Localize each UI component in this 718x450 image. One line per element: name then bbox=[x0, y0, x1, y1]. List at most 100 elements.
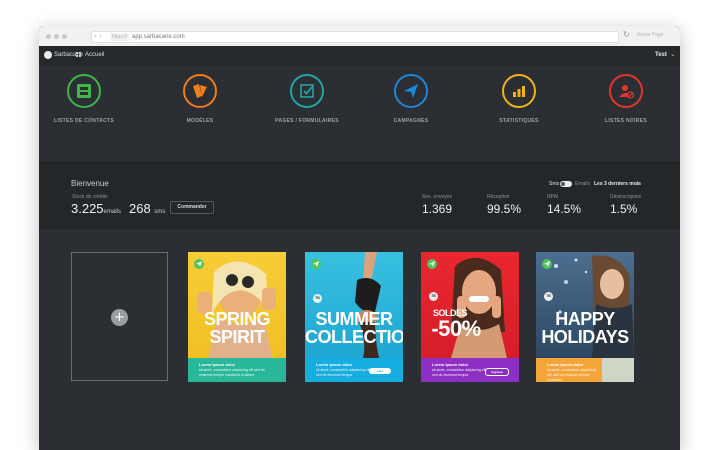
template-card-spring[interactable]: SPRING SPIRIT Lorem Ipsum dolor sit amet,… bbox=[188, 252, 286, 382]
sms-credits: 268 sms bbox=[129, 201, 165, 216]
map-thumbnail bbox=[602, 358, 634, 382]
module-label: LISTES NOIRES bbox=[605, 118, 647, 124]
paper-plane-icon bbox=[311, 259, 321, 269]
template-card-summer[interactable]: TB SUMMERCOLLECTION Lorem Ipsum dolor si… bbox=[305, 252, 403, 382]
footer-title: Lorem Ipsum dolor bbox=[199, 362, 236, 367]
footer-cta-button[interactable]: Ingresar bbox=[485, 368, 509, 376]
stat-value: 99.5% bbox=[487, 202, 522, 216]
template-card-soldes[interactable]: TB SOLDES -50% Lorem Ipsum dolor sit ame… bbox=[421, 252, 519, 382]
template-headline: HAPPY HOLIDAYS bbox=[536, 310, 634, 346]
stat-label: Réception bbox=[487, 194, 510, 200]
app-topbar: Sarbacane Accueil Test ⌄ bbox=[39, 46, 680, 65]
home-link[interactable]: Accueil bbox=[85, 51, 104, 60]
sms-credits-value: 268 bbox=[129, 201, 151, 216]
module-blacklists[interactable]: LISTES NOIRES bbox=[586, 74, 666, 124]
template-headline-bottom: -50% bbox=[431, 316, 481, 341]
module-pages-forms[interactable]: PAGES / FORMULAIRES bbox=[267, 74, 347, 124]
templates-icon bbox=[183, 74, 217, 108]
footer-title: Lorem Ipsum dolor bbox=[432, 362, 469, 367]
module-label: MODÈLES bbox=[186, 118, 214, 124]
module-campaigns[interactable]: CAMPAGNES bbox=[371, 74, 451, 124]
user-menu[interactable]: Test bbox=[655, 51, 667, 60]
email-credits-value: 3.225 bbox=[71, 201, 104, 216]
browser-window: ‹ › https:// app.sarbacane.com ↻ Home Pa… bbox=[39, 26, 680, 450]
window-zoom-dot[interactable] bbox=[62, 34, 67, 39]
headline-line-2: SPIRIT bbox=[209, 327, 265, 347]
period-select[interactable]: Les 3 derniers mois bbox=[594, 181, 641, 187]
stat-label: NPAI bbox=[547, 194, 559, 200]
brand-badge: TB bbox=[313, 294, 322, 303]
templates-area: + SPRING SPIRIT Lorem Ipsum dolor sit ame… bbox=[39, 230, 680, 450]
module-label: STATISTIQUES bbox=[499, 118, 539, 124]
module-label: CAMPAGNES bbox=[393, 118, 429, 124]
stats-panel: Bienvenue Stock de crédits 3.225emails 2… bbox=[39, 161, 680, 230]
template-headline: SUMMERCOLLECTION bbox=[305, 310, 403, 346]
sms-credits-unit: sms bbox=[154, 209, 166, 215]
stat-value: 1.5% bbox=[610, 202, 638, 216]
stat-label: Ses. envoyés bbox=[422, 194, 453, 200]
footer-cta-button[interactable]: Lien bbox=[369, 368, 391, 374]
chevron-down-icon[interactable]: ⌄ bbox=[670, 50, 676, 58]
toggle-knob bbox=[561, 182, 565, 186]
footer-title: Lorem Ipsum dolor bbox=[316, 362, 353, 367]
home-page-link[interactable]: Home Page bbox=[637, 32, 663, 38]
headline-line-2: COLLECTION bbox=[305, 327, 403, 347]
stat-value: 14.5% bbox=[547, 202, 582, 216]
stat-npai: NPAI 14.5% bbox=[547, 194, 581, 216]
browser-chrome: ‹ › https:// app.sarbacane.com ↻ Home Pa… bbox=[39, 26, 680, 47]
stat-value: 1.369 bbox=[422, 202, 453, 216]
paper-plane-icon bbox=[194, 259, 204, 269]
template-headline: SPRING SPIRIT bbox=[188, 310, 286, 346]
add-template-button[interactable]: + bbox=[111, 309, 128, 326]
order-button[interactable]: Commander bbox=[170, 201, 214, 214]
toggle-label-sms: Sms bbox=[549, 181, 559, 187]
paper-plane-icon bbox=[542, 259, 552, 269]
paper-plane-icon bbox=[427, 259, 437, 269]
back-forward-icon[interactable]: ‹ › bbox=[94, 32, 102, 40]
stat-sent: Ses. envoyés 1.369 bbox=[422, 194, 452, 216]
brand-badge: TB bbox=[429, 292, 438, 301]
module-templates[interactable]: MODÈLES bbox=[160, 74, 240, 124]
url-text: app.sarbacane.com bbox=[132, 34, 185, 40]
module-bar: LISTES DE CONTACTS MODÈLES PAGES / FORMU… bbox=[39, 65, 680, 161]
brand-badge: TB bbox=[544, 292, 553, 301]
template-footer: Lorem Ipsum dolor sit amet, consectetur … bbox=[536, 358, 634, 382]
email-credits-unit: emails bbox=[103, 209, 121, 215]
chevron-down-icon[interactable]: ⌄ bbox=[635, 180, 640, 187]
headline-line-1: HAPPY bbox=[555, 309, 615, 329]
module-statistics[interactable]: STATISTIQUES bbox=[479, 74, 559, 124]
blacklist-icon bbox=[609, 74, 643, 108]
window-minimize-dot[interactable] bbox=[54, 34, 59, 39]
headline-line-1: SUMMER bbox=[315, 309, 394, 329]
paper-plane-icon bbox=[394, 74, 428, 108]
toggle-label-emails: Emails bbox=[575, 181, 591, 187]
template-footer: Lorem Ipsum dolor sit amet, consectetur … bbox=[305, 358, 403, 382]
template-footer: Lorem Ipsum dolor sit amet, consectetur … bbox=[421, 358, 519, 382]
stat-unsubscribe: Désinscription 1.5% bbox=[610, 194, 641, 216]
form-check-icon bbox=[290, 74, 324, 108]
headline-line-2: HOLIDAYS bbox=[541, 327, 629, 347]
window-close-dot[interactable] bbox=[46, 34, 51, 39]
module-contacts[interactable]: LISTES DE CONTACTS bbox=[44, 74, 124, 124]
footer-body: sit amet, consectetur adipiscing elit se… bbox=[199, 368, 265, 377]
module-label: PAGES / FORMULAIRES bbox=[275, 118, 339, 124]
bar-chart-icon bbox=[502, 74, 536, 108]
apps-grid-icon[interactable] bbox=[76, 52, 82, 58]
url-protocol: https:// bbox=[110, 33, 130, 41]
new-template-card[interactable]: + bbox=[71, 252, 168, 381]
contacts-icon bbox=[67, 74, 101, 108]
sarbacane-logo-icon[interactable] bbox=[44, 51, 52, 59]
footer-body: sit amet, consectetur adipiscing elit, s… bbox=[432, 368, 488, 377]
footer-title: Lorem Ipsum dolor bbox=[547, 362, 584, 367]
template-card-holidays[interactable]: TB HAPPY HOLIDAYS Lorem Ipsum dolor sit a… bbox=[536, 252, 634, 382]
stat-label: Désinscription bbox=[610, 194, 642, 200]
footer-body: sit amet, consectetur adipiscing elit, s… bbox=[547, 368, 596, 382]
footer-body: sit amet, consectetur adipiscing elit, s… bbox=[316, 368, 372, 377]
address-bar[interactable]: ‹ › https:// app.sarbacane.com bbox=[91, 31, 619, 43]
stat-reception: Réception 99.5% bbox=[487, 194, 521, 216]
module-label: LISTES DE CONTACTS bbox=[53, 118, 115, 124]
sms-email-toggle[interactable] bbox=[560, 181, 572, 187]
refresh-icon[interactable]: ↻ bbox=[623, 30, 630, 39]
stock-label: Stock de crédits bbox=[72, 194, 108, 200]
headline-line-1: SPRING bbox=[203, 309, 271, 329]
